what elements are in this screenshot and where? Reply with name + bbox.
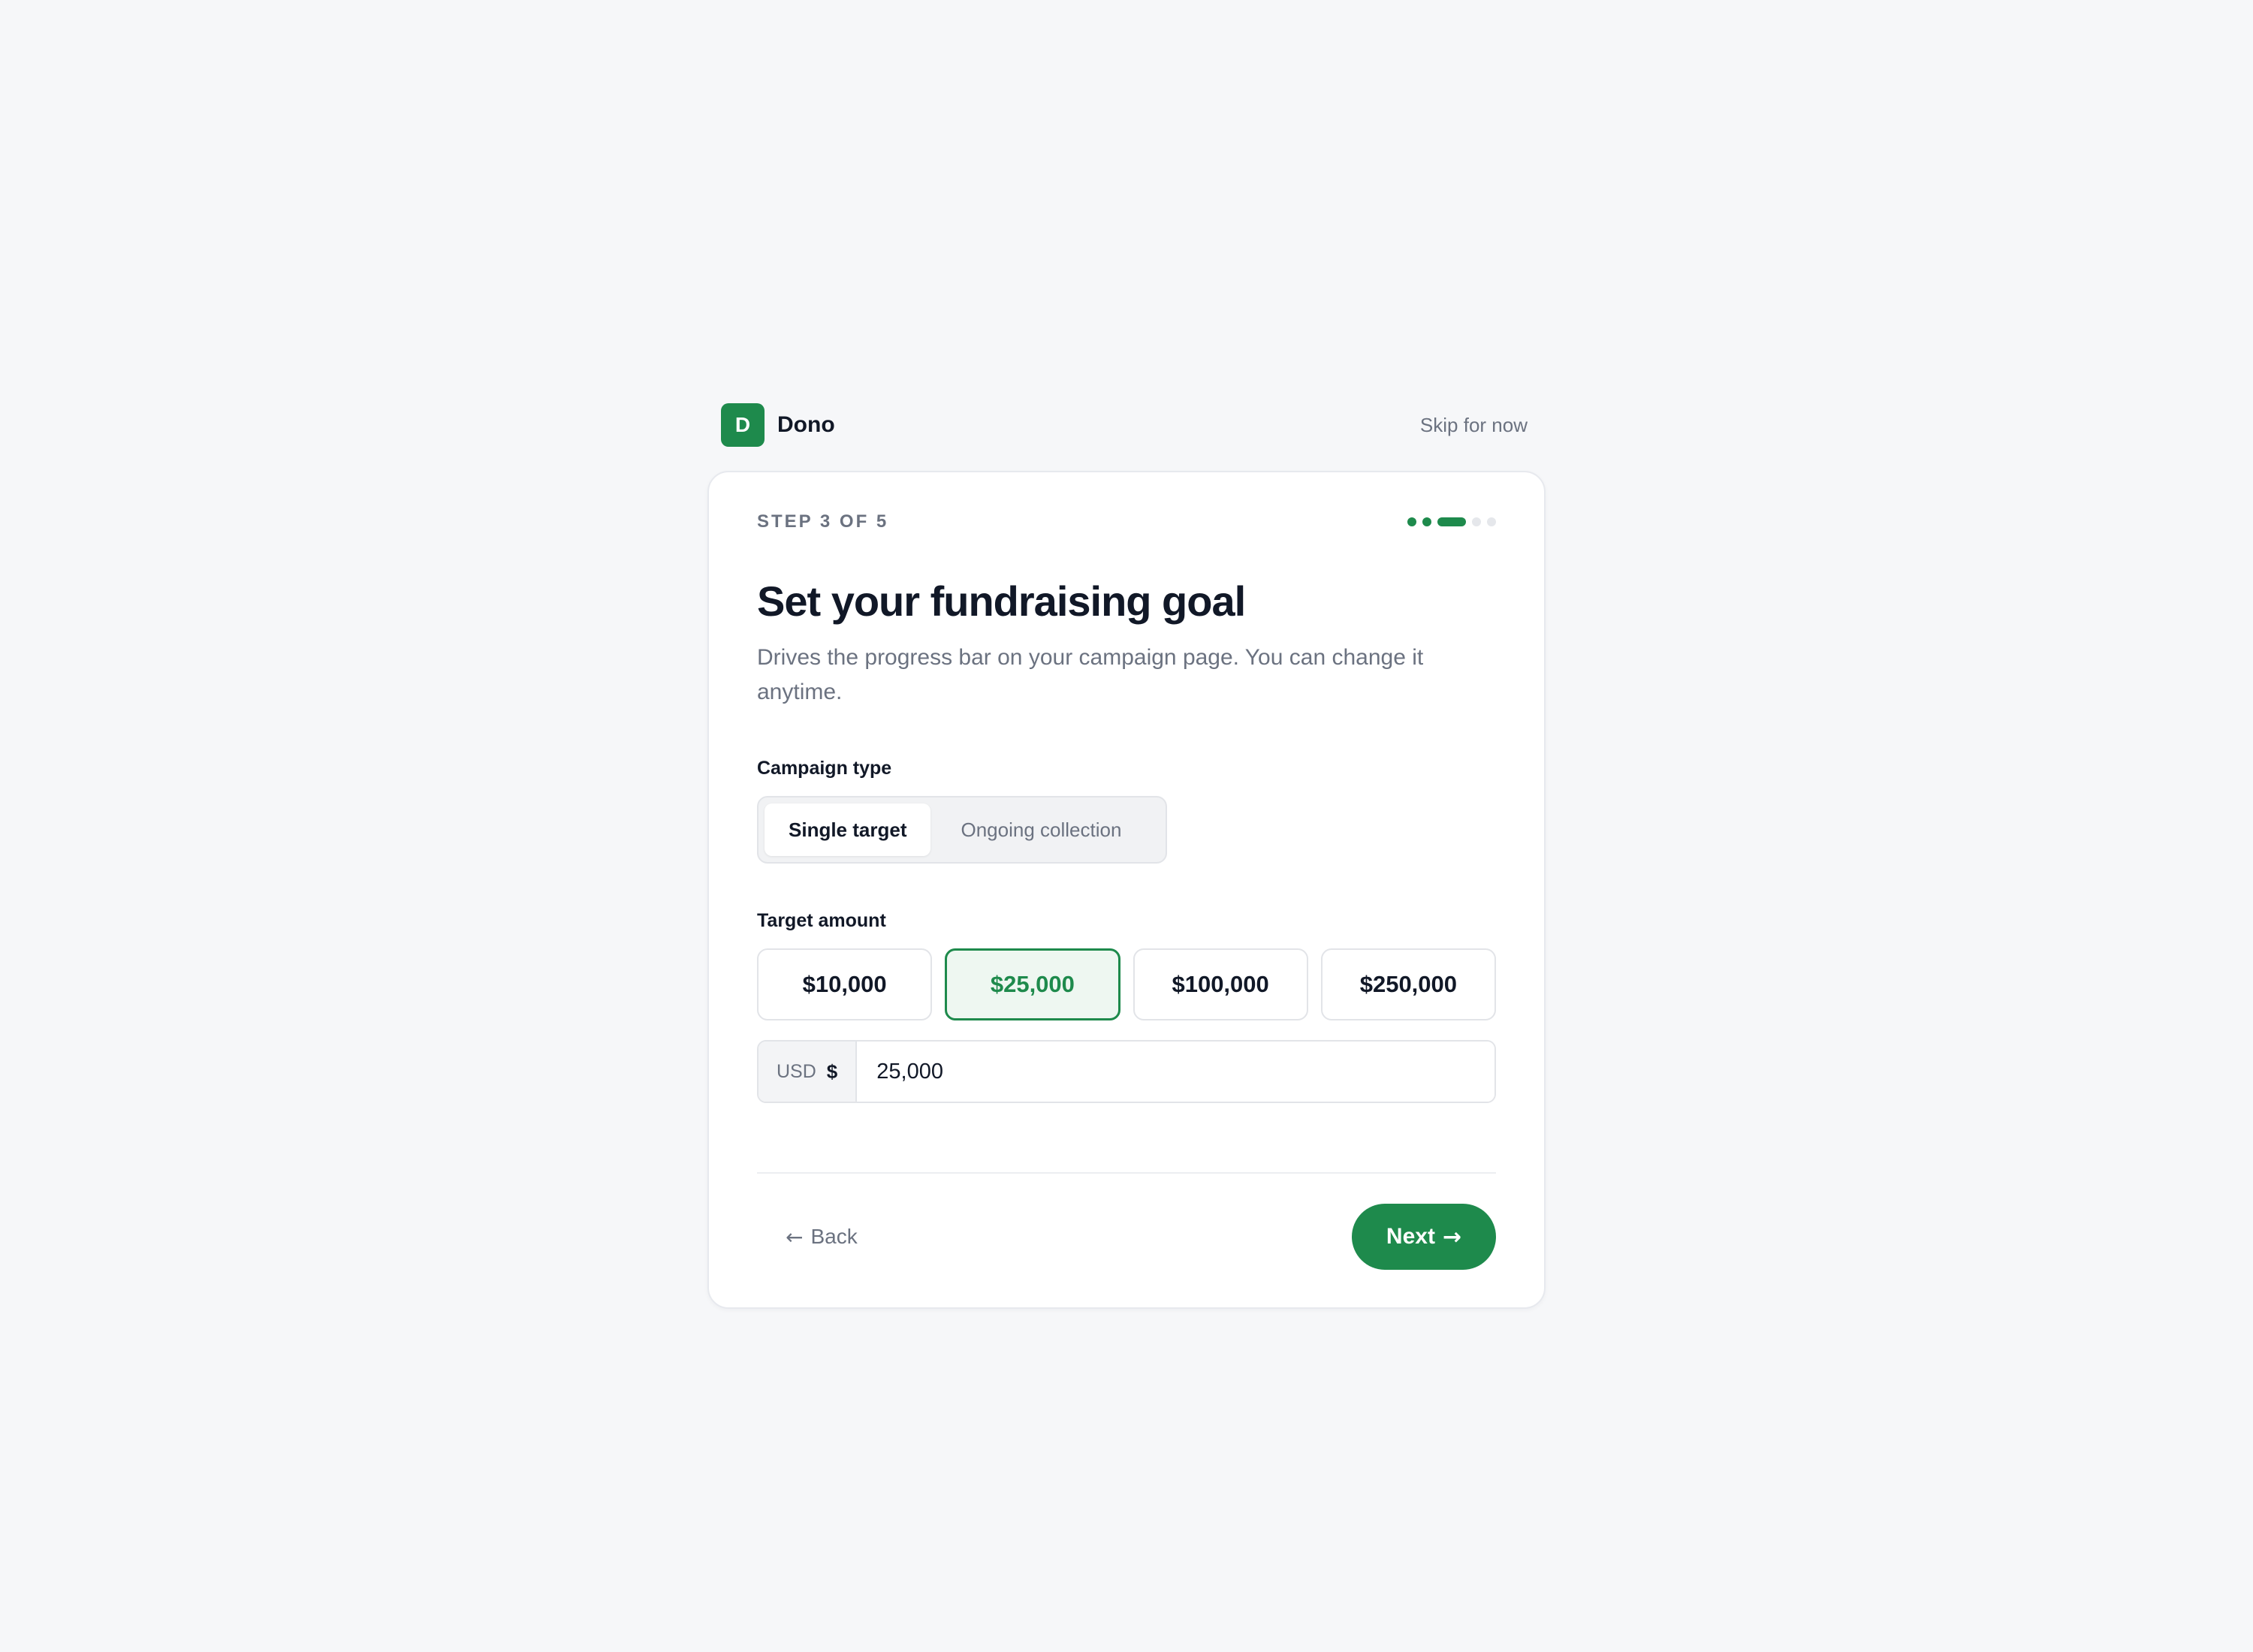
progress-dot-1 [1407, 517, 1416, 526]
campaign-type-label: Campaign type [757, 758, 892, 779]
page-subtitle: Drives the progress bar on your campaign… [757, 645, 1424, 704]
logo-mark: D [721, 403, 765, 447]
currency-prefix: USD $ [759, 1042, 858, 1102]
brand-name: Dono [777, 412, 835, 437]
campaign-type-toggle: Single target Ongoing collection [757, 796, 1167, 864]
skip-link[interactable]: Skip for now [1420, 414, 1528, 437]
next-button[interactable]: Next → [1352, 1204, 1496, 1270]
back-label: Back [810, 1225, 858, 1248]
brand: D Dono [721, 403, 835, 447]
amount-presets: $10,000 $25,000 $100,000 $250,000 [757, 948, 1496, 1020]
currency-code: USD [777, 1060, 816, 1082]
next-label: Next [1386, 1224, 1435, 1249]
currency-symbol: $ [826, 1060, 838, 1083]
footer-divider [757, 1172, 1496, 1174]
amount-preset-button[interactable]: $100,000 [1133, 948, 1308, 1020]
step-card: STEP 3 OF 5 Set your fundraising goal Dr… [707, 471, 1546, 1309]
amount-field: USD $ [757, 1040, 1496, 1103]
progress-dot-3 [1437, 517, 1466, 526]
amount-preset-button-selected[interactable]: $25,000 [945, 948, 1120, 1020]
campaign-type-ongoing-collection[interactable]: Ongoing collection [936, 803, 1145, 856]
amount-preset-button[interactable]: $250,000 [1320, 948, 1496, 1020]
arrow-left-icon: ← [786, 1224, 804, 1250]
progress-dots [1407, 517, 1496, 526]
step-label: STEP 3 OF 5 [757, 511, 889, 532]
amount-input[interactable] [857, 1042, 1494, 1102]
card-footer: ← Back Next → [757, 1204, 1496, 1270]
amount-preset-button[interactable]: $10,000 [757, 948, 933, 1020]
progress-dot-2 [1422, 517, 1431, 526]
step-indicator: STEP 3 OF 5 [757, 508, 1496, 535]
top-bar: D Dono Skip for now [707, 403, 1546, 447]
progress-dot-4 [1472, 517, 1481, 526]
back-button[interactable]: ← Back [757, 1204, 886, 1270]
progress-dot-5 [1487, 517, 1496, 526]
target-amount-label: Target amount [757, 910, 886, 931]
campaign-type-single-target[interactable]: Single target [765, 803, 931, 856]
onboarding-wrapper: D Dono Skip for now STEP 3 OF 5 Set your… [707, 403, 1546, 1309]
page-title: Set your fundraising goal [757, 577, 1246, 625]
arrow-right-icon: → [1442, 1223, 1462, 1250]
